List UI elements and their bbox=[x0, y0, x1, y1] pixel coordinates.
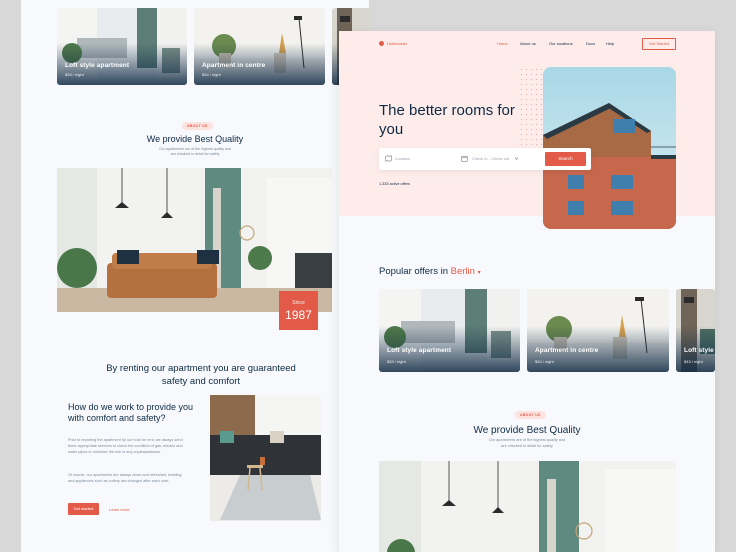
living-room-photo bbox=[379, 461, 676, 552]
popular-offers-heading: Popular offers in Berlin ▾ bbox=[379, 266, 481, 277]
how-paragraph-2: Of course, our apartments are always cle… bbox=[68, 473, 182, 484]
quality-title: We provide Best Quality bbox=[146, 134, 244, 144]
nav-home[interactable]: Home bbox=[497, 41, 508, 46]
location-input[interactable]: Location bbox=[395, 156, 410, 161]
property-price: $33 / night bbox=[65, 72, 84, 77]
logo-icon bbox=[379, 41, 384, 46]
logo-text[interactable]: Hotelcaster bbox=[387, 41, 407, 46]
property-card[interactable]: Loft style $43 / night bbox=[676, 289, 715, 372]
nav-docs[interactable]: Docs bbox=[586, 41, 595, 46]
how-title: How do we work to provide you with comfo… bbox=[68, 402, 194, 423]
property-title: Loft style apartment bbox=[387, 347, 452, 354]
property-title: Loft style bbox=[684, 347, 714, 354]
property-price: $34 / night bbox=[202, 72, 221, 77]
property-card[interactable]: Apartment in centre $34 / night bbox=[194, 8, 325, 85]
landing-page-preview-back: Loft style apartment $33 / night Apartme… bbox=[21, 0, 369, 552]
property-card[interactable]: Loft style apartment $33 / night bbox=[57, 8, 187, 85]
search-bar: Location Check in - Check out Search bbox=[379, 148, 591, 170]
hero-section: Hotelcaster Home About us Our locations … bbox=[339, 31, 715, 229]
lounge-photo bbox=[210, 395, 321, 521]
property-title: Loft style apartment bbox=[65, 62, 130, 69]
map-icon bbox=[385, 155, 392, 162]
property-title: Apartment in centre bbox=[202, 62, 266, 69]
quality-subtitle: Our apartments are of the highest qualit… bbox=[158, 147, 232, 157]
quality-subtitle: Our apartments are of the highest qualit… bbox=[488, 438, 566, 448]
since-badge: Since 1987 bbox=[279, 291, 318, 330]
offers-count: 1,333 active offers bbox=[379, 182, 410, 186]
learn-more-link[interactable]: Learn more bbox=[109, 507, 129, 512]
quality-title: We provide Best Quality bbox=[473, 425, 581, 436]
property-card[interactable]: Apartment in centre $34 / night bbox=[527, 289, 669, 372]
city-selector[interactable]: Berlin bbox=[451, 266, 475, 277]
nav-about-us[interactable]: About us bbox=[520, 41, 536, 46]
hero-title: The better rooms for you bbox=[379, 102, 515, 138]
search-button[interactable]: Search bbox=[545, 152, 586, 166]
about-badge: ABOUT US bbox=[515, 411, 546, 419]
property-price: $33 / night bbox=[387, 359, 406, 364]
how-paragraph-1: Prior to reporting the apartment by our … bbox=[68, 438, 183, 455]
property-title: Apartment in centre bbox=[535, 347, 599, 354]
get-started-button[interactable]: Get started bbox=[68, 503, 99, 515]
property-card[interactable]: Loft style apartment $33 / night bbox=[379, 289, 520, 372]
landing-page-preview-front: Hotelcaster Home About us Our locations … bbox=[339, 31, 715, 552]
calendar-icon bbox=[461, 156, 468, 162]
chevron-down-icon bbox=[514, 157, 519, 160]
nav-help[interactable]: Help bbox=[606, 41, 614, 46]
about-badge: ABOUT US bbox=[182, 122, 213, 130]
chevron-down-icon[interactable]: ▾ bbox=[478, 270, 481, 276]
dates-input[interactable]: Check in - Check out bbox=[472, 156, 509, 161]
nav-our-locations[interactable]: Our locations bbox=[549, 41, 573, 46]
property-price: $34 / night bbox=[535, 359, 554, 364]
renting-title: By renting our apartment you are guarant… bbox=[106, 363, 296, 388]
get-started-button[interactable]: Get Started bbox=[642, 38, 676, 50]
property-price: $43 / night bbox=[684, 359, 703, 364]
